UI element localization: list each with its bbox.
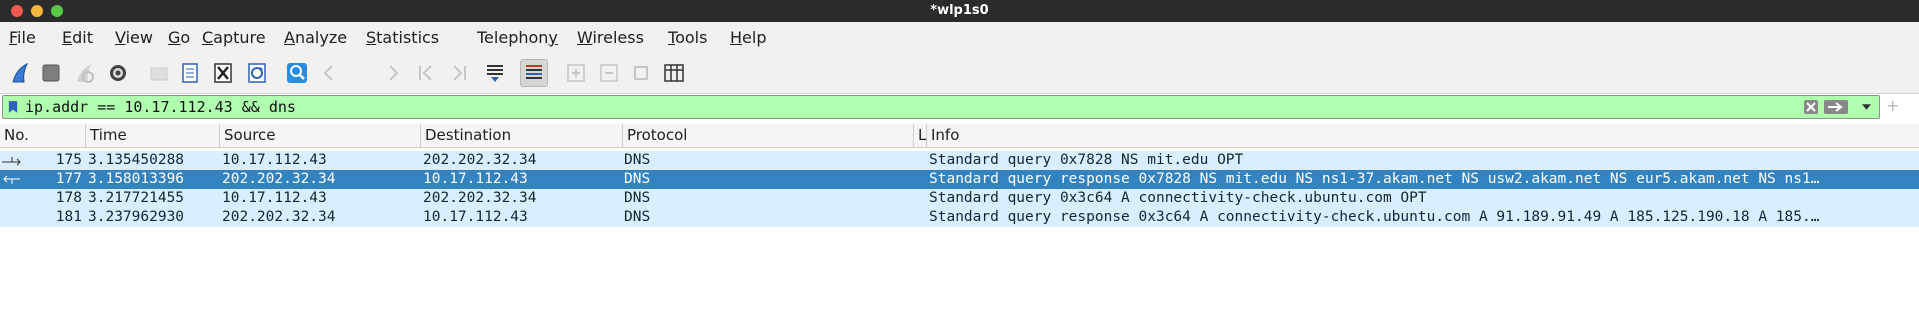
packet-list-header: No. Time Source Destination Protocol L I…	[0, 124, 1919, 148]
packet-row[interactable]: 178 3.217721455 10.17.112.43 202.202.32.…	[0, 189, 1919, 208]
packet-row[interactable]: 175 3.135450288 10.17.112.43 202.202.32.…	[0, 151, 1919, 170]
packet-time: 3.135450288	[88, 152, 185, 168]
display-filter-bar	[2, 95, 1880, 119]
menu-wireless[interactable]: Wireless	[577, 28, 644, 47]
packet-info: Standard query 0x7828 NS mit.edu OPT	[929, 152, 1244, 168]
packet-number: 175	[55, 152, 82, 168]
column-header-protocol[interactable]: Protocol	[623, 124, 914, 147]
window-title: *wlp1s0	[930, 3, 989, 18]
packet-row[interactable]: 181 3.237962930 202.202.32.34 10.17.112.…	[0, 208, 1919, 227]
packet-number: 177	[55, 171, 82, 187]
clear-filter-icon[interactable]	[1803, 99, 1819, 115]
menu-help[interactable]: Help	[730, 28, 766, 47]
packet-protocol: DNS	[624, 209, 651, 225]
packet-time: 3.158013396	[88, 171, 185, 187]
packet-source: 202.202.32.34	[222, 171, 336, 187]
packet-number: 178	[55, 190, 82, 206]
bookmark-icon[interactable]	[5, 98, 21, 116]
menu-statistics[interactable]: Statistics	[366, 28, 439, 47]
packet-info: Standard query response 0x3c64 A connect…	[929, 209, 1820, 225]
menu-edit[interactable]: Edit	[62, 28, 93, 47]
restart-capture-icon[interactable]	[71, 60, 97, 86]
start-capture-icon[interactable]	[7, 60, 33, 86]
go-forward-icon[interactable]	[380, 60, 406, 86]
packet-info: Standard query response 0x7828 NS mit.ed…	[929, 171, 1820, 187]
go-to-last-icon[interactable]	[446, 60, 472, 86]
packet-destination: 10.17.112.43	[423, 171, 528, 187]
column-header-no[interactable]: No.	[0, 124, 86, 147]
title-bar: *wlp1s0	[0, 0, 1919, 22]
resize-columns-icon[interactable]	[661, 60, 687, 86]
add-filter-button-icon[interactable]: +	[1886, 96, 1899, 115]
packet-protocol: DNS	[624, 152, 651, 168]
packet-source: 202.202.32.34	[222, 209, 336, 225]
menu-file[interactable]: File	[9, 28, 36, 47]
menu-go[interactable]: Go	[168, 28, 190, 47]
apply-filter-icon[interactable]	[1823, 99, 1849, 115]
go-to-first-icon[interactable]	[413, 60, 439, 86]
save-file-icon[interactable]	[177, 60, 203, 86]
zoom-in-icon[interactable]	[563, 60, 589, 86]
packet-destination: 202.202.32.34	[423, 190, 537, 206]
column-header-time[interactable]: Time	[86, 124, 220, 147]
menu-telephony[interactable]: Telephony	[477, 28, 558, 47]
normal-size-icon[interactable]	[628, 60, 654, 86]
packet-destination: 202.202.32.34	[423, 152, 537, 168]
packet-protocol: DNS	[624, 190, 651, 206]
go-back-icon[interactable]	[316, 60, 342, 86]
display-filter-input[interactable]	[25, 97, 1815, 117]
colorize-icon[interactable]	[520, 59, 548, 87]
column-header-length[interactable]: L	[914, 124, 927, 147]
packet-protocol: DNS	[624, 171, 651, 187]
menu-tools[interactable]: Tools	[668, 28, 707, 47]
capture-options-icon[interactable]	[105, 60, 131, 86]
menu-capture[interactable]: Capture	[202, 28, 266, 47]
column-header-info[interactable]: Info	[927, 124, 1919, 147]
find-packet-icon[interactable]	[284, 60, 310, 86]
packet-destination: 10.17.112.43	[423, 209, 528, 225]
packet-time: 3.237962930	[88, 209, 185, 225]
column-header-destination[interactable]: Destination	[421, 124, 623, 147]
menu-bar: File Edit View Go Capture Analyze Statis…	[0, 22, 1919, 52]
menu-view[interactable]: View	[115, 28, 153, 47]
packet-info: Standard query 0x3c64 A connectivity-che…	[929, 190, 1427, 206]
stop-capture-icon[interactable]	[38, 60, 64, 86]
packet-number: 181	[55, 209, 82, 225]
autoscroll-icon[interactable]	[482, 60, 508, 86]
packet-row[interactable]: 177 3.158013396 202.202.32.34 10.17.112.…	[0, 170, 1919, 189]
main-toolbar	[0, 52, 1919, 94]
open-file-icon[interactable]	[146, 60, 172, 86]
packet-time: 3.217721455	[88, 190, 185, 206]
packet-source: 10.17.112.43	[222, 152, 327, 168]
packet-list: No. Time Source Destination Protocol L I…	[0, 124, 1919, 320]
zoom-out-icon[interactable]	[596, 60, 622, 86]
menu-analyze[interactable]: Analyze	[284, 28, 347, 47]
reload-file-icon[interactable]	[244, 60, 270, 86]
close-file-icon[interactable]	[210, 60, 236, 86]
packet-source: 10.17.112.43	[222, 190, 327, 206]
filter-history-dropdown-icon[interactable]	[1859, 99, 1873, 115]
column-header-source[interactable]: Source	[220, 124, 421, 147]
